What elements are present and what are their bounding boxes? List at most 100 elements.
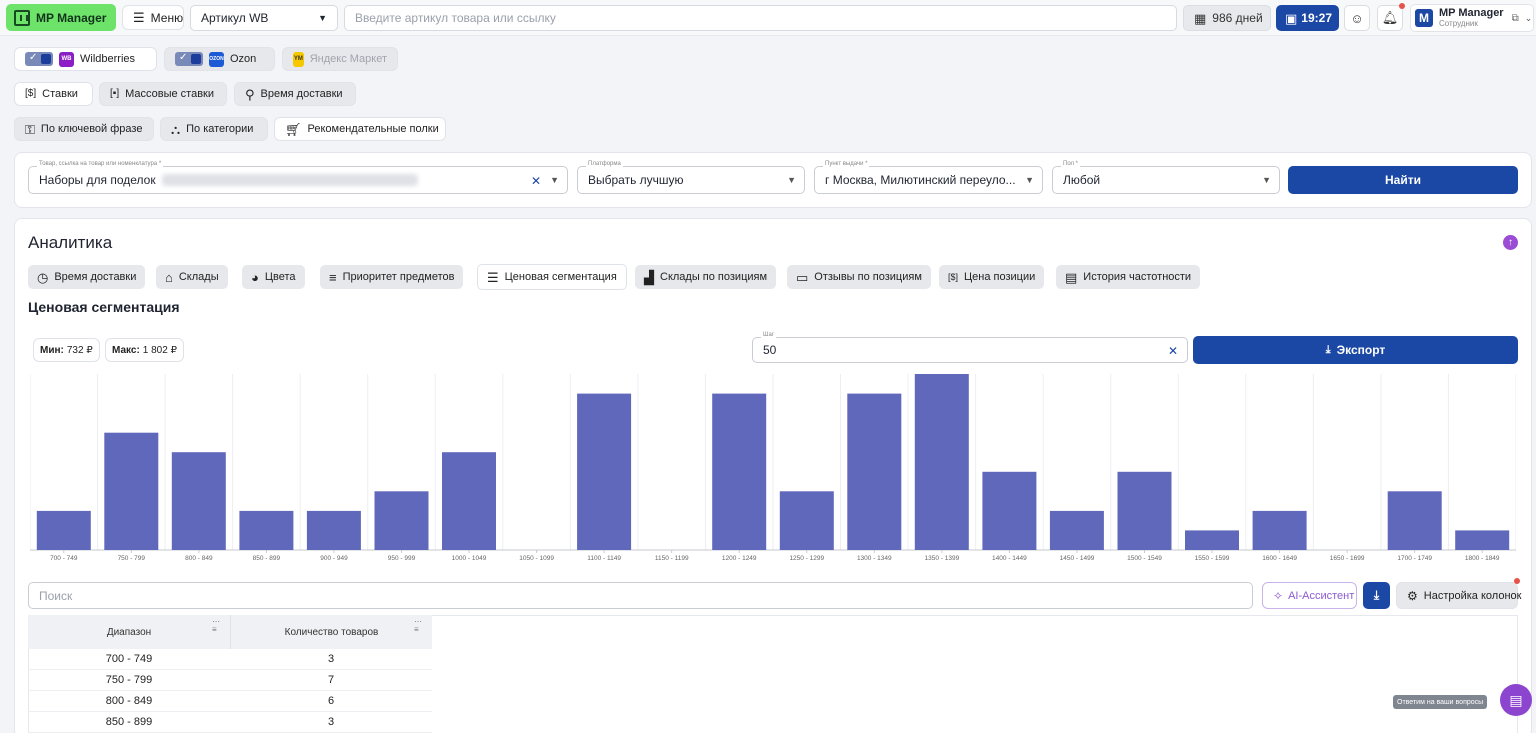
bar-1300-1349[interactable] [847,393,902,550]
price-segmentation-chart: 700 - 749 750 - 799 800 - 849 850 - 899 900 … [30,374,1516,562]
video-time-button[interactable]: ▣ 19:27 [1276,5,1339,31]
bar-700-749[interactable] [36,510,91,550]
sort-lines-icon: ☰ [487,269,499,285]
pickup-point-select[interactable]: Пункт выдачи * г Москва, Милютинский пер… [814,161,1043,194]
bar-1200-1249[interactable] [712,393,767,550]
export-button[interactable]: ⤓ Экспорт [1193,336,1518,364]
clear-icon[interactable]: ✕ [1168,344,1178,358]
bar-1800-1849[interactable] [1455,530,1510,550]
bar-1550-1599[interactable] [1185,530,1239,550]
header-range[interactable]: Диапазон [28,615,230,649]
logo-text: MP Manager [36,10,107,25]
ozon-logo-icon: OZON [209,51,224,67]
wildberries-label: Wildberries [80,53,136,65]
table-search-input[interactable]: Поиск [28,582,1253,609]
table-cell: 800 - 849 [28,691,230,712]
user-menu[interactable]: M MP Manager Сотрудник ⧉ ⌄ [1410,4,1534,32]
section-title: Ценовая сегментация [28,299,180,315]
wildberries-toggle[interactable] [25,52,53,66]
article-type-select[interactable]: Артикул WB ▼ [190,5,338,31]
marketplace-wildberries[interactable]: WB Wildberries [14,47,157,71]
gender-select[interactable]: Пол * Любой ▼ [1052,161,1280,194]
x-tick-label: 1500 - 1549 [1127,555,1162,562]
support-chat-button[interactable]: ▤ [1500,684,1532,716]
ai-assistant-button[interactable]: ✧ AI-Ассистент [1262,582,1357,609]
notifications-button[interactable]: 🔔︎ [1377,5,1403,31]
step-input[interactable]: Шаг 50 ✕ [752,332,1188,363]
download-table-button[interactable]: ⤓ [1363,582,1390,609]
tab-colors[interactable]: ◕ Цвета [242,265,305,289]
bar-750-799[interactable] [104,432,159,550]
bar-1600-1649[interactable] [1252,510,1307,550]
x-tick-label: 1000 - 1049 [452,555,487,562]
tab-reviews-by-position[interactable]: ▭ Отзывы по позициям [787,265,931,289]
column-menu-icon[interactable]: ⋯ ≡ [212,618,220,634]
x-tick-label: 1700 - 1749 [1397,555,1432,562]
table-search-placeholder: Поиск [39,588,73,603]
bar-1500-1549[interactable] [1117,471,1172,550]
factory-icon: ▟ [644,269,654,285]
bar-1100-1149[interactable] [577,393,632,550]
column-settings-button[interactable]: ⚙ Настройка колонок [1396,582,1521,609]
mode-category[interactable]: ⛬ По категории [160,117,268,141]
bar-1700-1749[interactable] [1387,491,1442,550]
ozon-toggle[interactable] [175,52,203,66]
gender-label: Пол * [1061,161,1081,167]
column-menu-icon[interactable]: ⋯ ≡ [414,618,422,634]
sparkle-icon: ✧ [1273,588,1284,603]
tab-price-segmentation[interactable]: ☰ Ценовая сегментация [477,264,627,290]
bar-1450-1499[interactable] [1049,510,1104,550]
x-tick-label: 1350 - 1399 [925,555,960,562]
tab-subject-priority[interactable]: ≡ Приоритет предметов [320,265,464,289]
x-tick-label: 900 - 949 [320,555,348,562]
mode-delivery-time-label: Время доставки [260,88,343,100]
header-count[interactable]: Количество товаров [231,615,432,649]
copy-icon[interactable]: ⧉ [1512,13,1519,24]
bar-1250-1299[interactable] [779,491,834,550]
smile-icon: ☺ [1350,10,1364,26]
bar-1400-1449[interactable] [982,471,1037,550]
tab-frequency-history[interactable]: ▤ История частотности [1056,265,1201,289]
x-tick-label: 1600 - 1649 [1262,555,1297,562]
bar-900-949[interactable] [306,510,361,550]
find-button[interactable]: Найти [1288,166,1518,194]
smile-button[interactable]: ☺ [1344,5,1370,31]
bar-1350-1399[interactable] [914,374,969,550]
collapse-icon[interactable]: ↑ [1503,235,1518,250]
mode-mass-bids[interactable]: [▪] Массовые ставки [99,82,227,106]
marketplace-ozon[interactable]: OZON Ozon [164,47,275,71]
yandex-logo-icon: YM [293,51,304,67]
clear-icon[interactable]: ✕ [531,174,541,188]
marketplace-yandex[interactable]: YM Яндекс Маркет [282,47,398,71]
mode-keyword[interactable]: ⚿ По ключевой фразе [14,117,154,141]
article-search-input[interactable]: Введите артикул товара или ссылку [344,5,1177,31]
yandex-label: Яндекс Маркет [309,53,387,65]
list-icon: ≡ [329,269,337,285]
tab-label: Склады по позициям [660,271,768,283]
bar-950-999[interactable] [374,491,429,550]
mode-bids[interactable]: [$] Ставки [14,82,93,106]
bar-1000-1049[interactable] [442,452,496,550]
product-field[interactable]: Товар, ссылка на товар или номенклатура … [28,161,568,194]
max-price-badge: Макс: 1 802 ₽ [105,338,184,362]
logo-icon [14,9,30,26]
money-icon: [▪] [110,88,120,99]
hamburger-icon: ☰ [133,10,145,25]
tab-delivery-time[interactable]: ◷ Время доставки [28,265,146,289]
product-field-value: Наборы для поделок [39,173,156,187]
bar-800-849[interactable] [171,452,226,550]
x-tick-label: 1450 - 1499 [1060,555,1095,562]
subscription-days-badge[interactable]: ▦ 986 дней [1183,5,1271,31]
chat-icon: ▤ [1509,691,1523,708]
bar-850-899[interactable] [239,510,294,550]
menu-button[interactable]: ☰ Меню [122,5,184,30]
tab-position-price[interactable]: [$] Цена позиции [939,265,1045,289]
mode-delivery-time[interactable]: ⚲ Время доставки [234,82,356,106]
app-logo[interactable]: MP Manager [6,4,116,31]
gear-icon: ⚙ [1407,588,1418,603]
chevron-down-icon: ▼ [318,13,327,23]
tab-warehouses-by-position[interactable]: ▟ Склады по позициям [635,265,777,289]
platform-select[interactable]: Платформа Выбрать лучшую ▼ [577,161,805,194]
tab-warehouses[interactable]: ⌂ Склады [156,265,228,289]
mode-recommendation-shelves[interactable]: 🛒︎ Рекомендательные полки [274,117,446,141]
